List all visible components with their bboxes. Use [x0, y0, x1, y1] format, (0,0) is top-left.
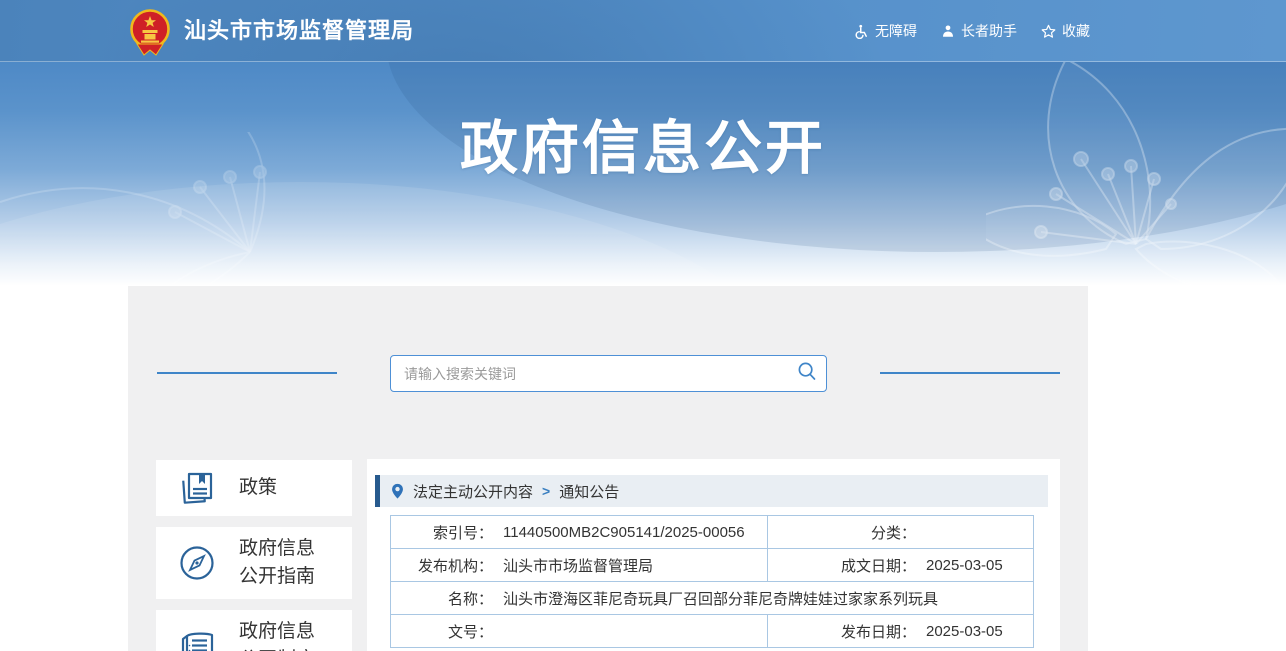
written-date-value: 2025-03-05: [926, 556, 1003, 574]
index-number-cell: 索引号： 11440500MB2C905141/2025-00056: [390, 515, 768, 549]
publish-date-label: 发布日期：: [840, 623, 916, 641]
breadcrumb: 法定主动公开内容 > 通知公告: [375, 475, 1048, 507]
agency-cell: 发布机构： 汕头市市场监督管理局: [390, 548, 768, 582]
favorite-link[interactable]: 收藏: [1041, 21, 1090, 41]
written-date-cell: 成文日期： 2025-03-05: [767, 548, 1034, 582]
star-icon: [1041, 24, 1056, 39]
document-info-table: 索引号： 11440500MB2C905141/2025-00056 分类： 发…: [390, 515, 1034, 648]
content-panel: 政策 政府信息公开指南: [128, 286, 1088, 651]
index-number-label: 索引号：: [432, 524, 493, 542]
page-banner: 政府信息公开: [0, 62, 1286, 286]
national-emblem-logo[interactable]: [127, 8, 173, 56]
table-row: 索引号： 11440500MB2C905141/2025-00056 分类：: [390, 515, 1034, 549]
document-name-label: 名称：: [447, 590, 493, 608]
page-title: 政府信息公开: [459, 116, 826, 181]
breadcrumb-current[interactable]: 通知公告: [559, 481, 619, 502]
search-bar: [390, 355, 827, 392]
doc-number-cell: 文号：: [390, 614, 768, 648]
breadcrumb-separator: >: [542, 483, 551, 499]
wheelchair-icon: [854, 24, 869, 39]
document-name-value: 汕头市澄海区菲尼奇玩具厂召回部分菲尼奇牌娃娃过家家系列玩具: [503, 590, 939, 608]
publish-date-value: 2025-03-05: [926, 622, 1003, 640]
decorative-line-right: [880, 372, 1060, 374]
category-label: 分类：: [870, 524, 916, 542]
table-row: 文号： 发布日期： 2025-03-05: [390, 614, 1034, 648]
header-utility-links: 无障碍 长者助手 收藏: [854, 0, 1090, 62]
doc-number-label: 文号：: [447, 623, 493, 641]
table-row: 发布机构： 汕头市市场监督管理局 成文日期： 2025-03-05: [390, 548, 1034, 582]
accessibility-link[interactable]: 无障碍: [854, 21, 917, 41]
sidebar-item-label: 政府信息公开指南: [239, 538, 316, 587]
search-input[interactable]: [391, 365, 788, 382]
written-date-label: 成文日期：: [840, 557, 916, 575]
book-icon: [177, 468, 217, 508]
sidebar-item-gov-info-system[interactable]: 政府信息公开制度: [156, 610, 352, 651]
main-content-card: 法定主动公开内容 > 通知公告 索引号： 11440500MB2C905141/…: [367, 459, 1060, 651]
compass-icon: [177, 543, 217, 583]
elderly-assistant-link[interactable]: 长者助手: [941, 21, 1017, 41]
magnifier-icon: [797, 361, 817, 386]
sidebar-item-label: 政策: [239, 477, 278, 498]
top-header-bar: 汕头市市场监督管理局 无障碍 长者助手 收藏: [0, 0, 1286, 62]
document-name-cell: 名称： 汕头市澄海区菲尼奇玩具厂召回部分菲尼奇牌娃娃过家家系列玩具: [390, 581, 1034, 615]
sidebar-item-gov-info-guide[interactable]: 政府信息公开指南: [156, 527, 352, 599]
location-pin-icon: [391, 483, 404, 500]
sidebar-item-label: 政府信息公开制度: [239, 621, 316, 651]
elderly-assistant-link-label: 长者助手: [961, 23, 1017, 39]
accessibility-link-label: 无障碍: [875, 23, 917, 39]
publish-date-cell: 发布日期： 2025-03-05: [767, 614, 1034, 648]
sidebar-nav: 政策 政府信息公开指南 政府信息: [156, 460, 352, 651]
decorative-line-left: [157, 372, 337, 374]
agency-value: 汕头市市场监督管理局: [503, 557, 654, 575]
agency-label: 发布机构：: [417, 557, 493, 575]
search-button[interactable]: [788, 356, 826, 391]
ledger-icon: [177, 626, 217, 651]
table-row: 名称： 汕头市澄海区菲尼奇玩具厂召回部分菲尼奇牌娃娃过家家系列玩具: [390, 581, 1034, 615]
index-number-value: 11440500MB2C905141/2025-00056: [503, 523, 745, 541]
person-icon: [941, 24, 955, 38]
category-cell: 分类：: [767, 515, 1034, 549]
sidebar-item-policy[interactable]: 政策: [156, 460, 352, 516]
site-title[interactable]: 汕头市市场监督管理局: [184, 0, 414, 62]
favorite-link-label: 收藏: [1062, 23, 1090, 39]
breadcrumb-parent[interactable]: 法定主动公开内容: [413, 481, 533, 502]
